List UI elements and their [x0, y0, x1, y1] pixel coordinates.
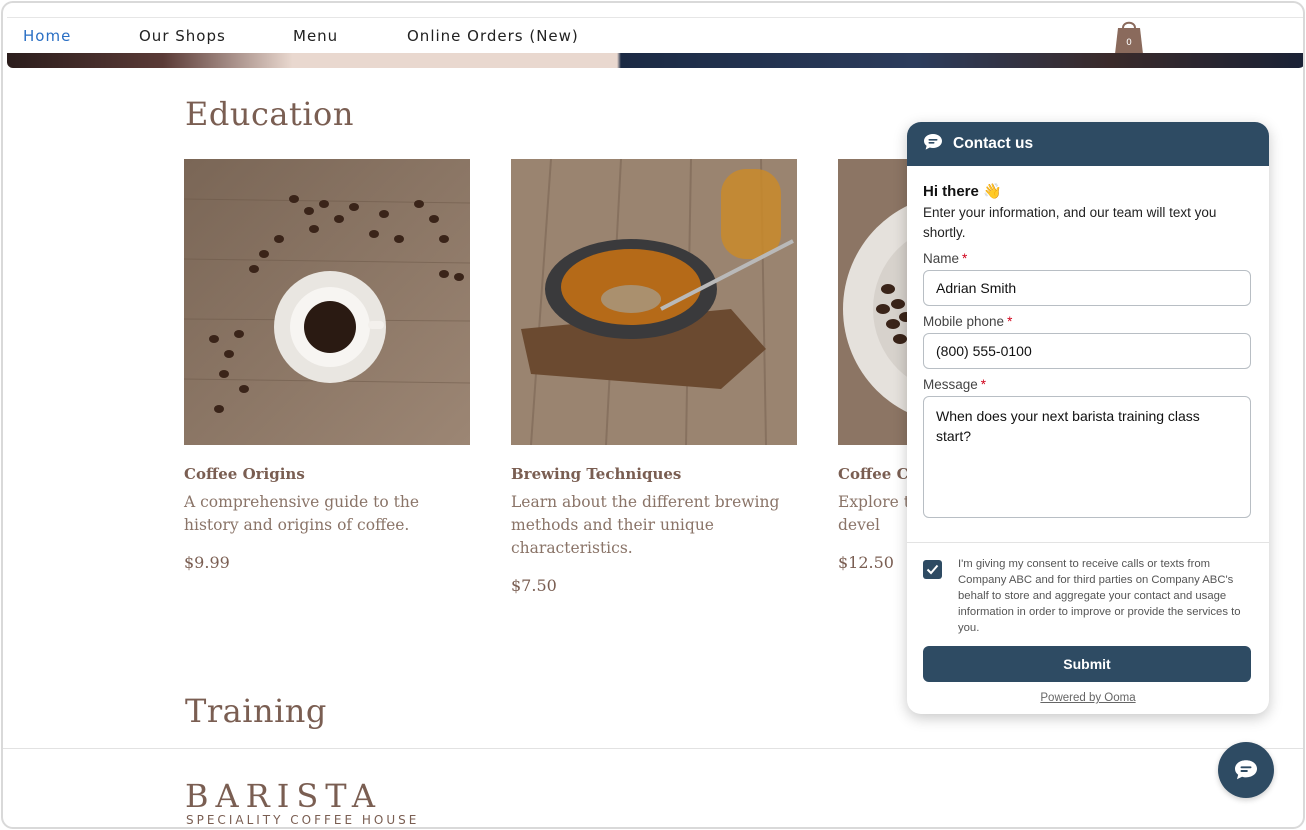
- widget-divider: [907, 542, 1269, 543]
- chat-bubble-icon: [1235, 760, 1257, 780]
- product-description: Learn about the different brewing method…: [511, 493, 780, 557]
- product-name[interactable]: Brewing Techniques: [511, 465, 797, 483]
- consent-text: I'm giving my consent to receive calls o…: [958, 558, 1241, 634]
- nav-online-orders[interactable]: Online Orders (New): [407, 27, 579, 45]
- product-description: Explore t and devel: [838, 493, 914, 534]
- coffee-cup-image[interactable]: [184, 159, 470, 445]
- brand-tagline: SPECIALITY COFFEE HOUSE: [186, 813, 420, 827]
- brewing-bowl-image[interactable]: [511, 159, 797, 445]
- widget-title: Contact us: [953, 135, 1034, 152]
- section-title-training: Training: [185, 692, 327, 730]
- nav-home[interactable]: Home: [23, 27, 71, 45]
- phone-field[interactable]: (800) 555-0100: [923, 333, 1251, 369]
- nav-our-shops[interactable]: Our Shops: [139, 27, 226, 45]
- name-field[interactable]: Adrian Smith: [923, 270, 1251, 306]
- widget-greeting: Hi there 👋: [923, 183, 1002, 200]
- chat-bubble-icon: [923, 133, 943, 156]
- footer-divider: [3, 748, 1303, 749]
- product-card[interactable]: Coffee Cu Explore t and devel $12.50: [838, 159, 914, 572]
- top-nav: Home Our Shops Menu Online Orders (New) …: [7, 17, 1303, 68]
- product-name[interactable]: Coffee Cu: [838, 465, 914, 483]
- consent-checkbox[interactable]: [923, 560, 942, 579]
- required-mark: *: [1007, 314, 1013, 329]
- name-label: Name *: [923, 251, 968, 266]
- required-mark: *: [962, 251, 968, 266]
- checkmark-icon: [926, 564, 939, 575]
- chat-launcher-button[interactable]: [1218, 742, 1274, 798]
- message-label: Message *: [923, 377, 987, 392]
- product-price: $7.50: [511, 576, 557, 595]
- shopping-bag-icon[interactable]: 0: [1113, 18, 1145, 54]
- product-price: $12.50: [838, 553, 894, 572]
- phone-label: Mobile phone *: [923, 314, 1013, 329]
- product-card[interactable]: Coffee Origins A comprehensive guide to …: [184, 159, 470, 572]
- widget-header: Contact us: [907, 122, 1269, 166]
- required-mark: *: [980, 377, 987, 392]
- widget-intro: Enter your information, and our team wil…: [923, 205, 1217, 240]
- hero-banner-strip: [7, 53, 1303, 68]
- section-title-education: Education: [185, 95, 354, 133]
- consent-row: I'm giving my consent to receive calls o…: [923, 556, 1253, 636]
- brand-logo[interactable]: BARISTA: [185, 777, 382, 815]
- powered-by-link[interactable]: Powered by Ooma: [907, 692, 1269, 704]
- submit-button[interactable]: Submit: [923, 646, 1251, 682]
- product-name[interactable]: Coffee Origins: [184, 465, 470, 483]
- contact-widget: Contact us Hi there 👋 Enter your informa…: [907, 122, 1269, 714]
- coffee-beans-plate-image[interactable]: [838, 159, 914, 445]
- product-card[interactable]: Brewing Techniques Learn about the diffe…: [511, 159, 797, 595]
- product-price: $9.99: [184, 553, 230, 572]
- message-field[interactable]: When does your next barista training cla…: [923, 396, 1251, 518]
- product-description: A comprehensive guide to the history and…: [184, 493, 419, 534]
- cart-count: 0: [1126, 38, 1132, 48]
- nav-menu[interactable]: Menu: [293, 27, 338, 45]
